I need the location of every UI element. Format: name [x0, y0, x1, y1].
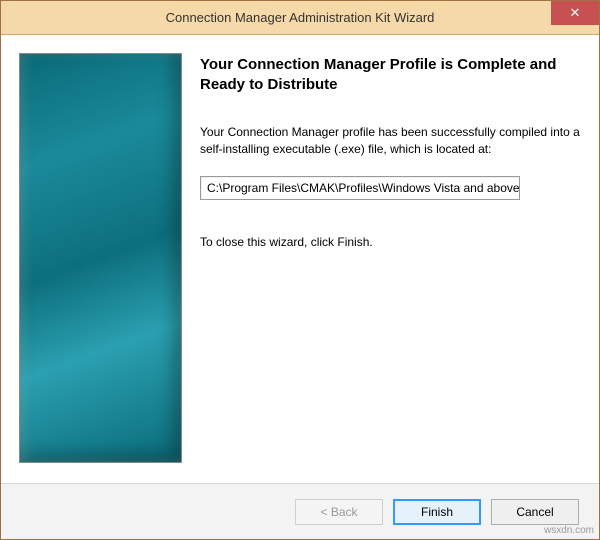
back-button: < Back	[295, 499, 383, 525]
button-row: < Back Finish Cancel	[1, 483, 599, 539]
content-area: Your Connection Manager Profile is Compl…	[1, 35, 599, 483]
description-text: Your Connection Manager profile has been…	[200, 124, 581, 159]
window-title: Connection Manager Administration Kit Wi…	[166, 10, 435, 25]
close-button[interactable]: ✕	[551, 1, 599, 25]
finish-hint-text: To close this wizard, click Finish.	[200, 234, 581, 251]
page-heading: Your Connection Manager Profile is Compl…	[200, 55, 581, 96]
cancel-button[interactable]: Cancel	[491, 499, 579, 525]
titlebar: Connection Manager Administration Kit Wi…	[1, 1, 599, 35]
main-panel: Your Connection Manager Profile is Compl…	[200, 53, 581, 483]
watermark-text: wsxdn.com	[544, 525, 594, 536]
wizard-window: Connection Manager Administration Kit Wi…	[0, 0, 600, 540]
profile-path-field[interactable]: C:\Program Files\CMAK\Profiles\Windows V…	[200, 176, 520, 200]
close-icon: ✕	[570, 5, 581, 21]
finish-button[interactable]: Finish	[393, 499, 481, 525]
wizard-side-graphic	[19, 53, 182, 463]
